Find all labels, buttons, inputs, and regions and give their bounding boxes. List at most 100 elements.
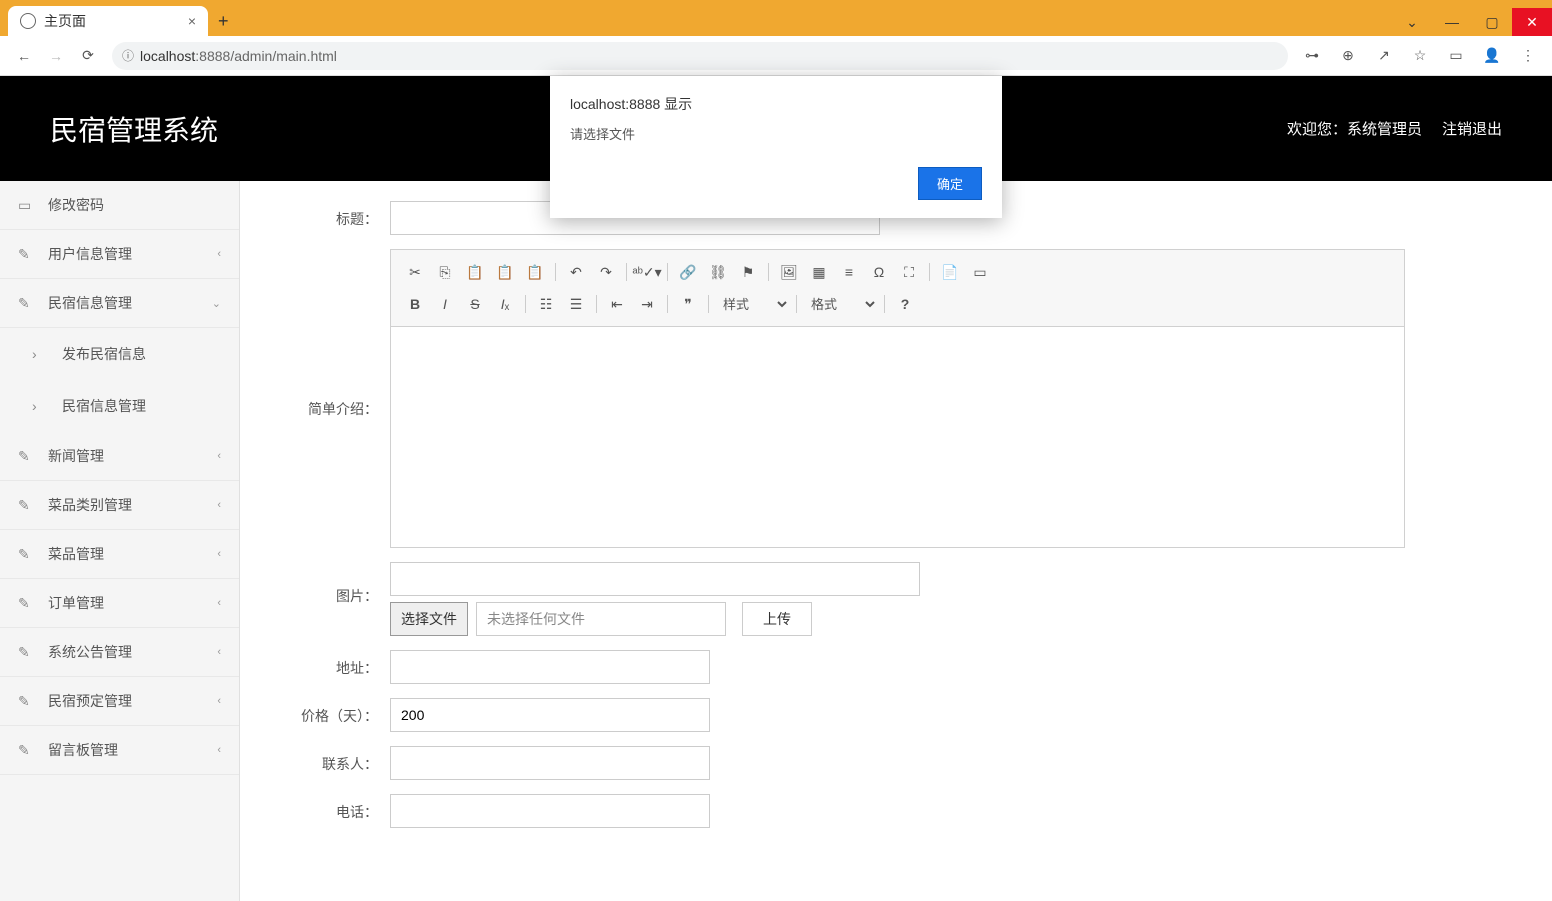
dialog-ok-button[interactable]: 确定 (918, 167, 982, 200)
image-path-input[interactable] (390, 562, 920, 596)
browser-tab-bar: 主页面 × + ⌄ — ▢ ✕ (0, 0, 1552, 36)
source-icon[interactable]: 📄 (936, 260, 964, 284)
chevron-left-icon: ‹ (217, 548, 221, 560)
chevron-left-icon: ‹ (217, 646, 221, 658)
choose-file-button[interactable]: 选择文件 (390, 602, 468, 636)
address-input[interactable] (390, 650, 710, 684)
url-bar[interactable]: ⓘ localhost:8888/admin/main.html (112, 42, 1288, 70)
zoom-icon[interactable]: ⊕ (1332, 40, 1364, 72)
paste-word-icon[interactable]: 📋 (521, 260, 549, 284)
content-area: 标题： 简单介绍： ✂ ⎘ 📋 📋 📋 ↶ ↷ ᵃ (240, 181, 1552, 901)
sidebar-item-dish-category[interactable]: ✎ 菜品类别管理 ‹ (0, 481, 239, 530)
app-title: 民宿管理系统 (50, 109, 218, 149)
tab-title: 主页面 (44, 11, 86, 31)
chevron-left-icon: ‹ (217, 450, 221, 462)
anchor-icon[interactable]: ⚑ (734, 260, 762, 284)
sidebar-subitem-publish[interactable]: › 发布民宿信息 (0, 328, 239, 380)
cut-icon[interactable]: ✂ (401, 260, 429, 284)
copy-icon[interactable]: ⎘ (431, 260, 459, 284)
paste-text-icon[interactable]: 📋 (491, 260, 519, 284)
help-icon[interactable]: ? (891, 292, 919, 316)
sidebar-item-label: 民宿预定管理 (48, 691, 132, 711)
logout-link[interactable]: 注销退出 (1442, 118, 1502, 139)
phone-input[interactable] (390, 794, 710, 828)
reload-button[interactable]: ⟳ (72, 40, 104, 72)
sidebar-item-news[interactable]: ✎ 新闻管理 ‹ (0, 432, 239, 481)
sidebar-item-label: 菜品管理 (48, 544, 104, 564)
sidebar-item-label: 发布民宿信息 (62, 344, 146, 364)
lock-icon: ▭ (18, 197, 34, 213)
blockquote-icon[interactable]: ❞ (674, 292, 702, 316)
chevron-right-icon: › (32, 398, 48, 414)
sidebar-item-password[interactable]: ▭ 修改密码 (0, 181, 239, 230)
image-icon[interactable]: 🖼 (775, 260, 803, 284)
hr-icon[interactable]: ≡ (835, 260, 863, 284)
dropdown-icon[interactable]: ⌄ (1392, 8, 1432, 36)
indent-icon[interactable]: ⇥ (633, 292, 661, 316)
style-select[interactable]: 样式 (715, 294, 790, 315)
back-button[interactable]: ← (8, 40, 40, 72)
phone-label: 电话： (270, 794, 390, 822)
browser-tab[interactable]: 主页面 × (8, 6, 208, 36)
window-controls: ⌄ — ▢ ✕ (1392, 8, 1552, 36)
sidebar-item-dish[interactable]: ✎ 菜品管理 ‹ (0, 530, 239, 579)
sidebar-item-announcement[interactable]: ✎ 系统公告管理 ‹ (0, 628, 239, 677)
contact-input[interactable] (390, 746, 710, 780)
menu-icon[interactable]: ⋮ (1512, 40, 1544, 72)
specialchar-icon[interactable]: Ω (865, 260, 893, 284)
preview-icon[interactable]: ▭ (966, 260, 994, 284)
extension-icon[interactable]: ▭ (1440, 40, 1472, 72)
editor-toolbar: ✂ ⎘ 📋 📋 📋 ↶ ↷ ᵃᵇ✓▾ 🔗 ⛓ ⚑ (391, 250, 1404, 327)
format-select[interactable]: 格式 (803, 294, 878, 315)
info-icon[interactable]: ⓘ (122, 47, 134, 64)
forward-button[interactable]: → (40, 40, 72, 72)
separator (929, 263, 930, 281)
profile-icon[interactable]: 👤 (1476, 40, 1508, 72)
chevron-left-icon: ‹ (217, 248, 221, 260)
edit-icon: ✎ (18, 295, 34, 311)
maximize-button[interactable]: ▢ (1472, 8, 1512, 36)
redo-icon[interactable]: ↷ (592, 260, 620, 284)
chevron-left-icon: ‹ (217, 695, 221, 707)
sidebar-item-label: 用户信息管理 (48, 244, 132, 264)
edit-icon: ✎ (18, 546, 34, 562)
bullet-list-icon[interactable]: ☰ (562, 292, 590, 316)
sidebar-item-user[interactable]: ✎ 用户信息管理 ‹ (0, 230, 239, 279)
close-tab-icon[interactable]: × (188, 13, 196, 29)
sidebar-item-label: 新闻管理 (48, 446, 104, 466)
key-icon[interactable]: ⊶ (1296, 40, 1328, 72)
sidebar-item-order[interactable]: ✎ 订单管理 ‹ (0, 579, 239, 628)
minimize-button[interactable]: — (1432, 8, 1472, 36)
dialog-message: 请选择文件 (570, 124, 982, 143)
link-icon[interactable]: 🔗 (674, 260, 702, 284)
close-window-button[interactable]: ✕ (1512, 8, 1552, 36)
upload-button[interactable]: 上传 (742, 602, 812, 636)
share-icon[interactable]: ↗ (1368, 40, 1400, 72)
maximize-icon[interactable]: ⛶ (895, 260, 923, 284)
italic-icon[interactable]: I (431, 292, 459, 316)
sidebar-item-homestay[interactable]: ✎ 民宿信息管理 ⌄ (0, 279, 239, 328)
bold-icon[interactable]: B (401, 292, 429, 316)
editor-body[interactable] (391, 327, 1404, 547)
paste-icon[interactable]: 📋 (461, 260, 489, 284)
numbered-list-icon[interactable]: ☷ (532, 292, 560, 316)
price-input[interactable] (390, 698, 710, 732)
sidebar-item-message[interactable]: ✎ 留言板管理 ‹ (0, 726, 239, 775)
table-icon[interactable]: ▦ (805, 260, 833, 284)
unlink-icon[interactable]: ⛓ (704, 260, 732, 284)
outdent-icon[interactable]: ⇤ (603, 292, 631, 316)
chevron-left-icon: ‹ (217, 597, 221, 609)
file-status: 未选择任何文件 (476, 602, 726, 636)
strike-icon[interactable]: S (461, 292, 489, 316)
new-tab-button[interactable]: + (208, 7, 239, 36)
bookmark-icon[interactable]: ☆ (1404, 40, 1436, 72)
undo-icon[interactable]: ↶ (562, 260, 590, 284)
remove-format-icon[interactable]: Iₓ (491, 292, 519, 316)
edit-icon: ✎ (18, 595, 34, 611)
spellcheck-icon[interactable]: ᵃᵇ✓▾ (633, 260, 661, 284)
sidebar-subitem-manage[interactable]: › 民宿信息管理 (0, 380, 239, 432)
welcome-text: 欢迎您：系统管理员 (1287, 118, 1422, 139)
chevron-down-icon: ⌄ (212, 297, 221, 310)
sidebar-item-booking[interactable]: ✎ 民宿预定管理 ‹ (0, 677, 239, 726)
separator (768, 263, 769, 281)
